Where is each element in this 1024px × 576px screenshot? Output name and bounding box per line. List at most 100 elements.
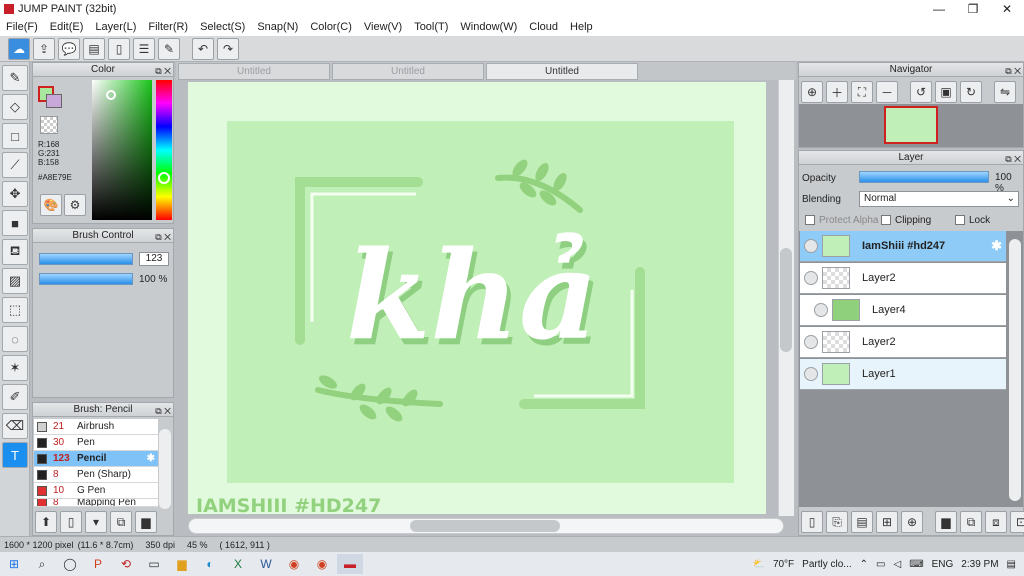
brush-item[interactable]: 10 G Pen xyxy=(34,483,158,499)
horizontal-scroll-thumb[interactable] xyxy=(410,520,560,532)
brush-item[interactable]: 21 Airbrush xyxy=(34,419,158,435)
brush-item-selected[interactable]: 123 Pencil ✱ xyxy=(34,451,158,467)
menu-filter[interactable]: Filter(R) xyxy=(148,21,188,33)
weather-text[interactable]: Partly clo... xyxy=(802,559,851,570)
new-layer-icon[interactable]: ▯ xyxy=(801,511,823,533)
word-icon[interactable]: W xyxy=(253,554,279,574)
visibility-icon[interactable] xyxy=(804,335,818,349)
search-icon[interactable]: ⌕ xyxy=(29,554,55,574)
layer-row[interactable]: Layer1 xyxy=(800,359,1006,390)
tray-up-icon[interactable]: ⌃ xyxy=(860,559,868,570)
copy-layer-icon[interactable]: ⎘ xyxy=(826,511,848,533)
menu-layer[interactable]: Layer(L) xyxy=(95,21,136,33)
brush-size-value[interactable]: 123 xyxy=(139,252,169,266)
eraser-tool-icon[interactable]: ◇ xyxy=(2,94,28,120)
palette-icon[interactable]: 🎨 xyxy=(40,194,62,216)
gear-icon[interactable]: ✱ xyxy=(991,238,1002,254)
menu-file[interactable]: File(F) xyxy=(6,21,38,33)
maximize-button[interactable]: ❐ xyxy=(956,2,990,16)
color-settings-icon[interactable]: ⚙ xyxy=(64,194,86,216)
menu-cloud[interactable]: Cloud xyxy=(529,21,558,33)
panel-buttons[interactable]: ⧉ ✕ xyxy=(155,230,171,244)
magic-wand-tool-icon[interactable]: ✶ xyxy=(2,355,28,381)
layer-row[interactable]: Layer2 xyxy=(800,263,1006,294)
zoom-in-icon[interactable]: ＋ xyxy=(826,81,848,103)
edge-icon[interactable]: ◐ xyxy=(197,554,223,574)
folder-icon[interactable]: ▆ xyxy=(135,511,157,533)
layer-row-clipped[interactable]: Layer4 xyxy=(800,295,1006,326)
tab-untitled-2[interactable]: Untitled xyxy=(332,63,484,80)
menu-help[interactable]: Help xyxy=(570,21,593,33)
desktop-icon[interactable]: ▭ xyxy=(141,554,167,574)
notification-icon[interactable]: ▤ xyxy=(1007,559,1016,570)
add-layer-menu-icon[interactable]: ⊕ xyxy=(901,511,923,533)
close-button[interactable]: ✕ xyxy=(990,2,1024,16)
lasso-tool-icon[interactable]: ◌ xyxy=(2,326,28,352)
brush-item[interactable]: 8 Pen (Sharp) xyxy=(34,467,158,483)
bucket-tool-icon[interactable]: ⛾ xyxy=(2,239,28,265)
rotate-right-icon[interactable]: ↻ xyxy=(960,81,982,103)
zoom-out-icon[interactable]: － xyxy=(876,81,898,103)
menu-edit[interactable]: Edit(E) xyxy=(50,21,84,33)
gradient-tool-icon[interactable]: ▨ xyxy=(2,268,28,294)
layer-scrollbar[interactable] xyxy=(1009,239,1021,501)
page-icon[interactable]: ▤ xyxy=(851,511,873,533)
chrome-profile-icon[interactable]: ◉ xyxy=(309,554,335,574)
clock[interactable]: 2:39 PM xyxy=(961,559,998,570)
app-history-icon[interactable]: ⟲ xyxy=(113,554,139,574)
menu-snap[interactable]: Snap(N) xyxy=(257,21,298,33)
layer-row[interactable]: Layer2 xyxy=(800,327,1006,358)
line-tool-icon[interactable]: ⟋ xyxy=(2,152,28,178)
shape-tool-icon[interactable]: □ xyxy=(2,123,28,149)
transparent-swatch[interactable] xyxy=(40,116,58,134)
task-view-icon[interactable]: ◯ xyxy=(57,554,83,574)
excel-icon[interactable]: X xyxy=(225,554,251,574)
paste-layer-icon[interactable]: ⊞ xyxy=(876,511,898,533)
hue-slider[interactable] xyxy=(156,80,172,220)
clipping-checkbox[interactable]: Clipping xyxy=(881,215,931,226)
brush-tool-icon[interactable]: ✎ xyxy=(2,65,28,91)
protect-alpha-checkbox[interactable]: Protect Alpha xyxy=(805,215,878,226)
zoom-icon[interactable]: ⊕ xyxy=(801,81,823,103)
visibility-icon[interactable] xyxy=(804,367,818,381)
cloud-icon[interactable]: ☁ xyxy=(8,37,30,60)
brush-menu-icon[interactable]: ▾ xyxy=(85,511,107,533)
panel-buttons[interactable]: ⧉ ✕ xyxy=(1005,152,1021,166)
minimize-button[interactable]: — xyxy=(922,2,956,16)
panel-buttons[interactable]: ⧉ ✕ xyxy=(155,404,171,418)
share-icon[interactable]: ⇪ xyxy=(33,37,55,60)
select-pen-tool-icon[interactable]: ✐ xyxy=(2,384,28,410)
reset-view-icon[interactable]: ▣ xyxy=(935,81,957,103)
network-icon[interactable]: ▭ xyxy=(876,559,885,570)
secondary-color-swatch[interactable] xyxy=(46,94,62,108)
menu-tool[interactable]: Tool(T) xyxy=(414,21,448,33)
language-indicator[interactable]: ENG xyxy=(932,559,954,570)
visibility-icon[interactable] xyxy=(804,239,818,253)
fit-icon[interactable]: ⛶ xyxy=(851,81,873,103)
layer-opacity-slider[interactable] xyxy=(859,171,989,183)
redo-icon[interactable]: ↷ xyxy=(217,37,239,60)
blending-select[interactable]: Normal ⌄ xyxy=(859,191,1019,207)
list-icon[interactable]: ☰ xyxy=(133,37,155,60)
edit-list-icon[interactable]: ✎ xyxy=(158,37,180,60)
app-p-icon[interactable]: P xyxy=(85,554,111,574)
vertical-scroll-thumb[interactable] xyxy=(780,248,792,352)
comment-icon[interactable]: ▤ xyxy=(83,37,105,60)
speech-bubble-icon[interactable]: 💬 xyxy=(58,37,80,60)
fill-rect-tool-icon[interactable]: ■ xyxy=(2,210,28,236)
layer-row-selected[interactable]: IamShiii #hd247 ✱ xyxy=(800,231,1006,262)
select-eraser-tool-icon[interactable]: ⌫ xyxy=(2,413,28,439)
jump-paint-icon[interactable]: ▬ xyxy=(337,554,363,574)
copy-brush-icon[interactable]: ⧉ xyxy=(110,511,132,533)
visibility-icon[interactable] xyxy=(814,303,828,317)
merge-icon[interactable]: ⧉ xyxy=(960,511,982,533)
menu-view[interactable]: View(V) xyxy=(364,21,402,33)
navigator-preview[interactable] xyxy=(884,106,938,144)
rotate-left-icon[interactable]: ↺ xyxy=(910,81,932,103)
volume-icon[interactable]: ◁ xyxy=(893,559,901,570)
new-brush-icon[interactable]: ▯ xyxy=(60,511,82,533)
undo-icon[interactable]: ↶ xyxy=(192,37,214,60)
chrome-icon[interactable]: ◉ xyxy=(281,554,307,574)
move-tool-icon[interactable]: ✥ xyxy=(2,181,28,207)
panel-buttons[interactable]: ⧉ ✕ xyxy=(1005,64,1021,78)
